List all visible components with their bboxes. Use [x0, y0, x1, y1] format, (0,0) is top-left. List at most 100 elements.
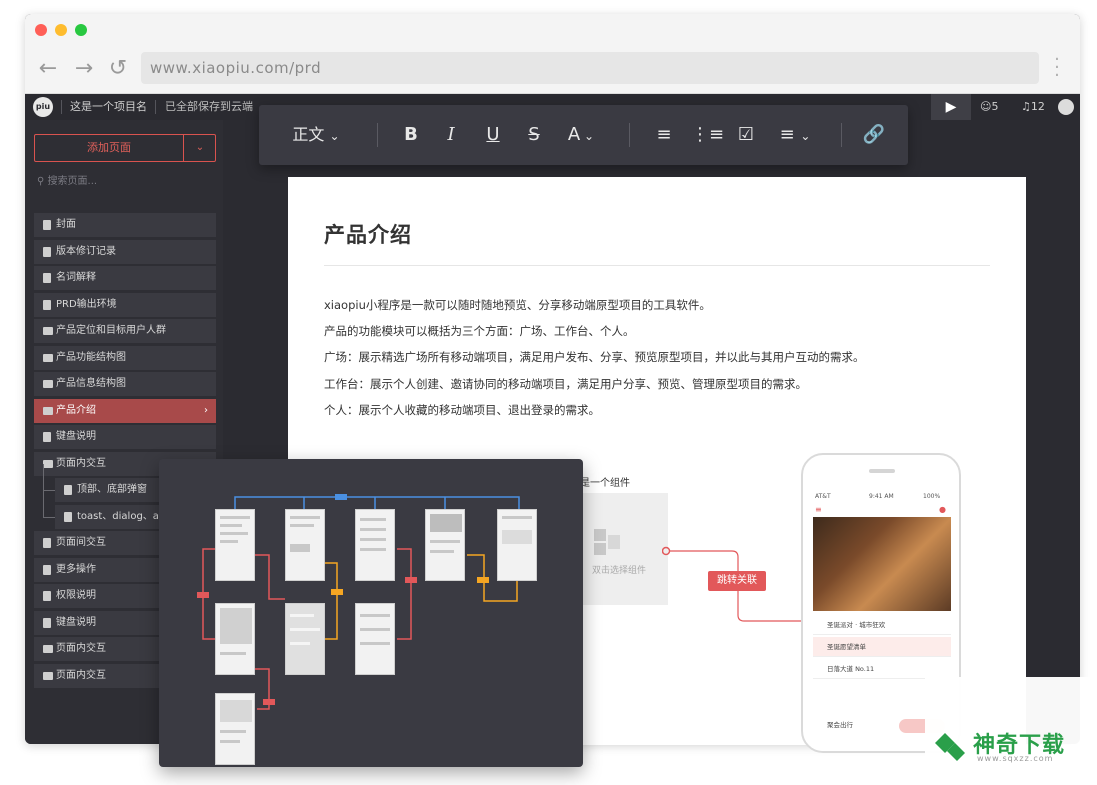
add-page-button[interactable]: 添加页面 ⌄ — [34, 134, 216, 162]
text-style-dropdown[interactable]: 正文 ⌄ — [281, 105, 351, 165]
paragraph[interactable]: 产品的功能模块可以概括为三个方面：广场、工作台、个人。 — [324, 323, 635, 339]
sidebar-folder-item[interactable]: 产品信息结构图 — [34, 372, 216, 396]
flow-screen-thumbnail[interactable] — [425, 509, 465, 581]
sidebar-item-label: 版本修订记录 — [56, 240, 116, 264]
folder-icon — [43, 645, 53, 653]
flow-diagram-panel[interactable] — [159, 459, 583, 767]
watermark: 神奇下载 www.sqxzz.com — [925, 677, 1097, 777]
paragraph[interactable]: 工作台：展示个人创建、邀请协同的移动端项目，满足用户分享、预览、管理原型项目的需… — [324, 376, 807, 392]
notifications-button[interactable]: ♫12 — [1021, 94, 1045, 120]
component-placeholder[interactable]: 双击选择组件 — [570, 493, 668, 605]
list-item[interactable]: 圣诞愿望清单 — [813, 637, 951, 657]
watermark-logo-icon — [933, 731, 967, 761]
chevron-right-icon: › — [204, 399, 208, 423]
strikethrough-button[interactable]: S — [520, 105, 548, 165]
url-bar[interactable]: www.xiaopiu.com/prd — [141, 52, 1039, 84]
phone-status-bar: AT&T 9:41 AM 100% — [811, 491, 951, 503]
flow-screen-thumbnail[interactable] — [215, 603, 255, 675]
avatar[interactable] — [1058, 99, 1074, 115]
forward-arrow-icon[interactable]: → — [71, 56, 97, 82]
checkbox-icon[interactable]: ☑ — [731, 105, 761, 165]
collaborators-button[interactable]: ☺5 — [980, 94, 998, 120]
underline-button[interactable]: U — [479, 105, 507, 165]
folder-icon — [43, 327, 53, 335]
sidebar-folder-item[interactable]: 产品功能结构图 — [34, 346, 216, 370]
piu-logo[interactable]: piu — [33, 97, 53, 117]
project-name[interactable]: 这是一个项目名 — [70, 94, 147, 120]
flow-screen-thumbnail[interactable] — [215, 509, 255, 581]
chevron-down-icon[interactable]: ⌄ — [184, 135, 216, 161]
sidebar-page-item[interactable]: 名词解释 — [34, 266, 216, 290]
page-icon — [64, 485, 72, 495]
page-icon — [43, 300, 51, 310]
search-input[interactable]: ⚲ 搜索页面... — [37, 172, 217, 192]
sidebar-page-item[interactable]: PRD输出环境 — [34, 293, 216, 317]
component-hint: 双击选择组件 — [570, 563, 668, 576]
paragraph[interactable]: 广场：展示精选广场所有移动端项目，满足用户发布、分享、预览原型项目，并以此与其用… — [324, 349, 865, 365]
text-style-label: 正文 — [292, 125, 324, 144]
close-window-button[interactable] — [35, 24, 47, 36]
paragraph[interactable]: 个人：展示个人收藏的移动端项目、退出登录的需求。 — [324, 402, 600, 418]
sidebar-item-label: 产品信息结构图 — [56, 372, 126, 396]
bullet-list-icon[interactable]: ⋮≡ — [691, 105, 721, 165]
save-status: 已全部保存到云端 — [165, 94, 253, 120]
divider — [324, 265, 990, 266]
maximize-window-button[interactable] — [75, 24, 87, 36]
hero-image — [813, 517, 951, 611]
sidebar-item-label: 页面内交互 — [56, 664, 106, 688]
sidebar-folder-item[interactable]: 产品介绍 › — [34, 399, 216, 423]
bold-button[interactable]: B — [397, 105, 425, 165]
font-color-dropdown[interactable]: A ⌄ — [561, 105, 601, 165]
bell-icon: ♫ — [1021, 100, 1031, 113]
flow-screen-thumbnail[interactable] — [497, 509, 537, 581]
browser-menu-icon[interactable]: ··· — [1050, 56, 1064, 82]
sidebar-page-item[interactable]: 封面 — [34, 213, 216, 237]
page-icon — [43, 565, 51, 575]
page-icon — [43, 247, 51, 257]
divider — [377, 123, 378, 147]
sidebar-item-label: 更多操作 — [56, 558, 96, 582]
flow-screen-thumbnail[interactable] — [355, 509, 395, 581]
minimize-window-button[interactable] — [55, 24, 67, 36]
menu-icon[interactable]: ≡ — [815, 505, 822, 514]
list-item[interactable]: 圣诞派对 · 城市狂欢 — [813, 615, 951, 635]
align-dropdown-icon[interactable]: ≡ ⌄ — [773, 105, 817, 165]
flow-screen-thumbnail[interactable] — [355, 603, 395, 675]
notification-icon[interactable]: ● — [939, 505, 946, 514]
italic-button[interactable]: I — [437, 105, 465, 165]
back-arrow-icon[interactable]: ← — [35, 56, 61, 82]
ordered-list-icon[interactable]: ≡ — [649, 105, 679, 165]
flow-screen-thumbnail[interactable] — [215, 693, 255, 765]
sidebar-page-item[interactable]: 键盘说明 — [34, 425, 216, 449]
page-icon — [43, 538, 51, 548]
reload-icon[interactable]: ↺ — [105, 56, 131, 82]
sidebar-item-label: 名词解释 — [56, 266, 96, 290]
tree-connector — [43, 490, 55, 491]
sidebar-item-label: 产品功能结构图 — [56, 346, 126, 370]
clock: 9:41 AM — [869, 491, 894, 503]
sidebar-item-label: 页面内交互 — [56, 637, 106, 661]
page-title[interactable]: 产品介绍 — [324, 219, 412, 249]
sidebar-folder-item[interactable]: 产品定位和目标用户人群 — [34, 319, 216, 343]
sidebar-item-label: 页面间交互 — [56, 531, 106, 555]
add-page-label: 添加页面 — [35, 135, 183, 161]
divider — [155, 100, 156, 114]
jump-link-badge[interactable]: 跳转关联 — [708, 571, 766, 591]
users-icon: ☺ — [980, 100, 991, 113]
play-preview-button[interactable]: ▶ — [931, 94, 971, 120]
sidebar-item-label: 权限说明 — [56, 584, 96, 608]
paragraph[interactable]: xiaopiu小程序是一款可以随时随地预览、分享移动端原型项目的工具软件。 — [324, 297, 711, 313]
font-color-label: A — [568, 124, 580, 145]
flow-screen-thumbnail[interactable] — [285, 603, 325, 675]
browser-chrome: ← → ↺ www.xiaopiu.com/prd ··· — [25, 14, 1080, 94]
battery: 100% — [923, 491, 940, 503]
sidebar-page-item[interactable]: 版本修订记录 — [34, 240, 216, 264]
list-item[interactable]: 日落大道 No.11 — [813, 659, 951, 679]
page-icon — [43, 273, 51, 283]
notifications-count: 12 — [1031, 100, 1045, 113]
link-icon[interactable]: 🔗 — [859, 105, 889, 165]
folder-icon — [43, 460, 53, 468]
search-placeholder: 搜索页面... — [48, 176, 98, 187]
sidebar-item-label: 产品介绍 — [56, 399, 96, 423]
flow-screen-thumbnail[interactable] — [285, 509, 325, 581]
